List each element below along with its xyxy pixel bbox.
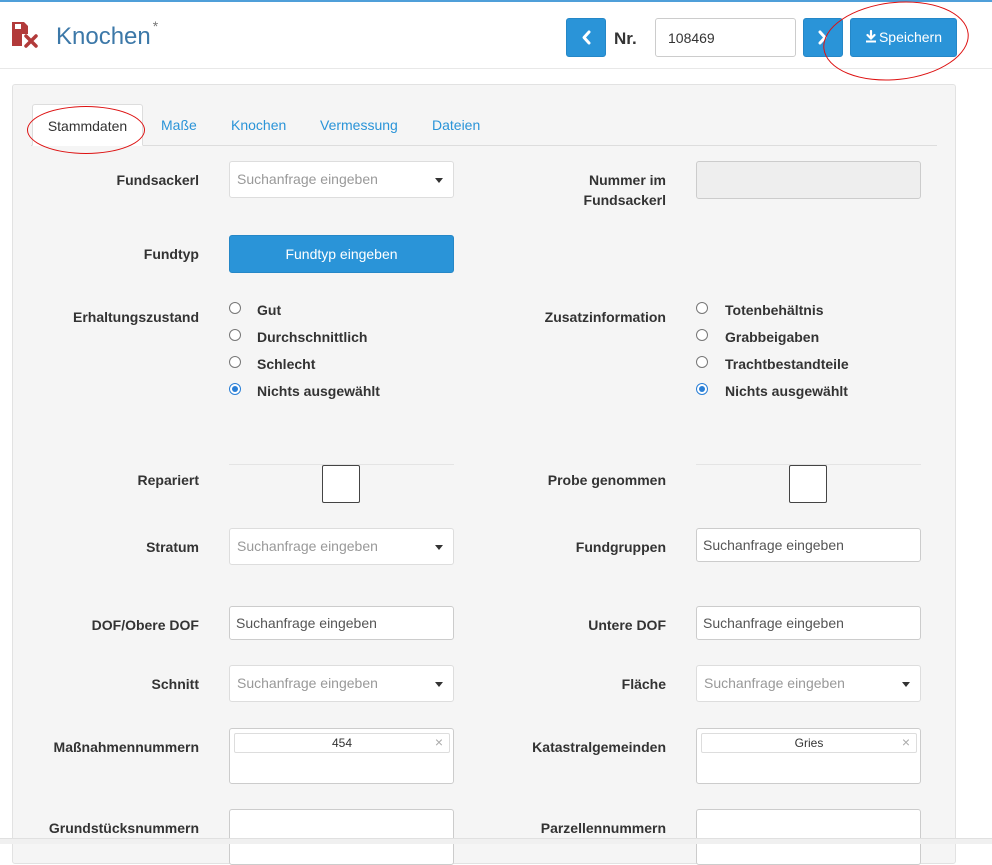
nr-label: Nr. (614, 29, 637, 48)
flaeche-label: Fläche (621, 676, 666, 692)
close-icon[interactable]: × (902, 733, 910, 751)
schnitt-label: Schnitt (151, 676, 199, 692)
radio-trachtbestandteile[interactable] (696, 356, 708, 368)
radio-schlecht[interactable] (229, 356, 241, 368)
radio-label-durchschnittlich[interactable]: Durchschnittlich (257, 328, 367, 346)
record-number-input[interactable] (655, 18, 796, 57)
tab-vermessung[interactable]: Vermessung (320, 104, 398, 146)
previous-record-button[interactable] (566, 18, 606, 57)
massnahmennummern-label: Maßnahmennummern (53, 739, 199, 755)
radio-label-grabbeigaben[interactable]: Grabbeigaben (725, 328, 819, 346)
grundstuecksnummern-tag-input[interactable] (229, 809, 454, 865)
radio-label-trachtbestandteile[interactable]: Trachtbestandteile (725, 355, 849, 373)
tab-knochen[interactable]: Knochen (231, 104, 286, 146)
tab-masse[interactable]: Maße (161, 104, 197, 146)
nummer-im-fundsackerl-label: Nummer im Fundsackerl (583, 172, 666, 208)
radio-grabbeigaben[interactable] (696, 329, 708, 341)
radio-nichts-ausgewaehlt-erhaltung[interactable] (229, 383, 241, 395)
chevron-left-icon (582, 30, 591, 45)
repariert-label: Repariert (137, 472, 199, 488)
caret-down-icon (435, 178, 443, 183)
probe-genommen-label: Probe genommen (547, 472, 666, 488)
close-icon[interactable]: × (435, 733, 443, 751)
caret-down-icon (902, 682, 910, 687)
caret-down-icon (435, 545, 443, 550)
dof-obere-dof-label: DOF/Obere DOF (91, 617, 199, 633)
schnitt-select[interactable]: Suchanfrage eingeben (229, 665, 454, 702)
fundtyp-button[interactable]: Fundtyp eingeben (229, 235, 454, 273)
caret-down-icon (435, 682, 443, 687)
nummer-im-fundsackerl-field (696, 161, 921, 199)
radio-nichts-ausgewaehlt-zusatz[interactable] (696, 383, 708, 395)
stratum-select[interactable]: Suchanfrage eingeben (229, 528, 454, 565)
fundsackerl-label: Fundsackerl (116, 172, 199, 188)
bottom-scroll-edge (0, 838, 992, 844)
radio-label-totenbehaeltnis[interactable]: Totenbehältnis (725, 301, 824, 319)
untere-dof-label: Untere DOF (588, 617, 666, 633)
katastralgemeinden-tag-input[interactable]: Gries × (696, 728, 921, 784)
radio-gut[interactable] (229, 302, 241, 314)
stratum-label: Stratum (146, 539, 199, 555)
repariert-checkbox[interactable] (322, 465, 360, 503)
radio-label-schlecht[interactable]: Schlecht (257, 355, 315, 373)
tag-katastralgemeinde: Gries × (701, 733, 917, 753)
probe-genommen-checkbox[interactable] (789, 465, 827, 503)
katastralgemeinden-label: Katastralgemeinden (532, 739, 666, 755)
fundtyp-label: Fundtyp (143, 246, 199, 262)
tag-massnahmennummer: 454 × (234, 733, 450, 753)
massnahmennummern-tag-input[interactable]: 454 × (229, 728, 454, 784)
radio-durchschnittlich[interactable] (229, 329, 241, 341)
radio-label-gut[interactable]: Gut (257, 301, 281, 319)
parzellennummern-tag-input[interactable] (696, 809, 921, 865)
erhaltungszustand-label: Erhaltungszustand (72, 309, 199, 325)
radio-totenbehaeltnis[interactable] (696, 302, 708, 314)
parzellennummern-label: Parzellennummern (540, 820, 666, 836)
document-delete-icon (12, 22, 38, 48)
untere-dof-input[interactable]: Suchanfrage eingeben (696, 606, 921, 640)
fundgruppen-input[interactable]: Suchanfrage eingeben (696, 528, 921, 562)
page-title: Knochen * (56, 18, 159, 50)
fundsackerl-select[interactable]: Suchanfrage eingeben (229, 161, 454, 198)
flaeche-select[interactable]: Suchanfrage eingeben (696, 665, 921, 702)
tab-annotation-circle (27, 106, 145, 154)
grundstuecksnummern-label: Grundstücksnummern (48, 820, 199, 836)
radio-label-nichts-ausgewaehlt-erhaltung[interactable]: Nichts ausgewählt (257, 382, 380, 400)
fundgruppen-label: Fundgruppen (575, 539, 666, 555)
tab-dateien[interactable]: Dateien (432, 104, 480, 146)
radio-label-nichts-ausgewaehlt-zusatz[interactable]: Nichts ausgewählt (725, 382, 848, 400)
zusatzinformation-label: Zusatzinformation (544, 309, 666, 325)
dof-obere-dof-input[interactable]: Suchanfrage eingeben (229, 606, 454, 640)
